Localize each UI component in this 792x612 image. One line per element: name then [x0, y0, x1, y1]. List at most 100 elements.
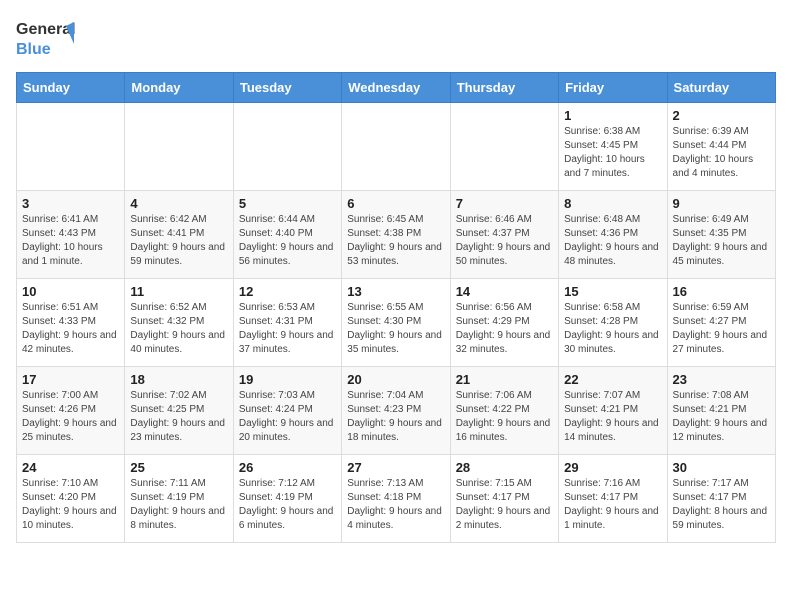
- day-number: 17: [22, 372, 119, 387]
- day-cell: 21Sunrise: 7:06 AM Sunset: 4:22 PM Dayli…: [450, 367, 558, 455]
- day-number: 26: [239, 460, 336, 475]
- day-info: Sunrise: 6:58 AM Sunset: 4:28 PM Dayligh…: [564, 301, 661, 357]
- day-cell: 26Sunrise: 7:12 AM Sunset: 4:19 PM Dayli…: [233, 455, 341, 543]
- day-number: 22: [564, 372, 661, 387]
- day-info: Sunrise: 6:44 AM Sunset: 4:40 PM Dayligh…: [239, 213, 336, 269]
- day-number: 20: [347, 372, 444, 387]
- day-info: Sunrise: 7:03 AM Sunset: 4:24 PM Dayligh…: [239, 389, 336, 445]
- day-cell: 22 Sunrise: 7:07 AM Sunset: 4:21 PM Dayli…: [559, 367, 667, 455]
- header-cell-tuesday: Tuesday: [233, 73, 341, 103]
- day-cell: 12 Sunrise: 6:53 AM Sunset: 4:31 PM Dayli…: [233, 279, 341, 367]
- day-number: 18: [130, 372, 227, 387]
- day-info: Sunrise: 6:39 AM Sunset: 4:44 PM Dayligh…: [673, 125, 770, 181]
- day-number: 29: [564, 460, 661, 475]
- day-cell: 8 Sunrise: 6:48 AM Sunset: 4:36 PM Daylig…: [559, 191, 667, 279]
- day-number: 30: [673, 460, 770, 475]
- day-number: 27: [347, 460, 444, 475]
- day-cell: 11 Sunrise: 6:52 AM Sunset: 4:32 PM Dayli…: [125, 279, 233, 367]
- day-cell: [17, 103, 125, 191]
- day-info: Sunrise: 7:04 AM Sunset: 4:23 PM Dayligh…: [347, 389, 444, 445]
- week-row-5: 24 Sunrise: 7:10 AM Sunset: 4:20 PM Dayli…: [17, 455, 776, 543]
- day-number: 28: [456, 460, 553, 475]
- header-cell-thursday: Thursday: [450, 73, 558, 103]
- day-cell: 4 Sunrise: 6:42 AM Sunset: 4:41 PM Daylig…: [125, 191, 233, 279]
- day-cell: [450, 103, 558, 191]
- day-cell: 9 Sunrise: 6:49 AM Sunset: 4:35 PM Daylig…: [667, 191, 775, 279]
- svg-text:General: General: [16, 21, 76, 38]
- logo: General Blue: [16, 16, 76, 60]
- day-info: Sunrise: 7:13 AM Sunset: 4:18 PM Dayligh…: [347, 477, 444, 533]
- day-info: Sunrise: 6:53 AM Sunset: 4:31 PM Dayligh…: [239, 301, 336, 357]
- day-number: 11: [130, 284, 227, 299]
- day-cell: 15 Sunrise: 6:58 AM Sunset: 4:28 PM Dayli…: [559, 279, 667, 367]
- week-row-3: 10 Sunrise: 6:51 AM Sunset: 4:33 PM Dayli…: [17, 279, 776, 367]
- header-cell-sunday: Sunday: [17, 73, 125, 103]
- day-number: 2: [673, 108, 770, 123]
- day-cell: [233, 103, 341, 191]
- day-number: 5: [239, 196, 336, 211]
- day-info: Sunrise: 6:48 AM Sunset: 4:36 PM Dayligh…: [564, 213, 661, 269]
- day-cell: 25 Sunrise: 7:11 AM Sunset: 4:19 PM Dayli…: [125, 455, 233, 543]
- header-cell-monday: Monday: [125, 73, 233, 103]
- day-number: 10: [22, 284, 119, 299]
- day-info: Sunrise: 6:56 AM Sunset: 4:29 PM Dayligh…: [456, 301, 553, 357]
- logo-svg: General Blue: [16, 16, 76, 60]
- day-info: Sunrise: 6:52 AM Sunset: 4:32 PM Dayligh…: [130, 301, 227, 357]
- day-number: 15: [564, 284, 661, 299]
- day-cell: 14Sunrise: 6:56 AM Sunset: 4:29 PM Dayli…: [450, 279, 558, 367]
- day-cell: 5 Sunrise: 6:44 AM Sunset: 4:40 PM Daylig…: [233, 191, 341, 279]
- day-cell: [342, 103, 450, 191]
- day-cell: 13 Sunrise: 6:55 AM Sunset: 4:30 PM Dayli…: [342, 279, 450, 367]
- week-row-1: 1 Sunrise: 6:38 AM Sunset: 4:45 PM Daylig…: [17, 103, 776, 191]
- day-cell: 3Sunrise: 6:41 AM Sunset: 4:43 PM Daylig…: [17, 191, 125, 279]
- svg-text:Blue: Blue: [16, 41, 51, 58]
- day-cell: 28 Sunrise: 7:15 AM Sunset: 4:17 PM Dayli…: [450, 455, 558, 543]
- day-number: 13: [347, 284, 444, 299]
- day-cell: 29 Sunrise: 7:16 AM Sunset: 4:17 PM Dayli…: [559, 455, 667, 543]
- day-cell: 18 Sunrise: 7:02 AM Sunset: 4:25 PM Dayli…: [125, 367, 233, 455]
- day-info: Sunrise: 7:02 AM Sunset: 4:25 PM Dayligh…: [130, 389, 227, 445]
- calendar: SundayMondayTuesdayWednesdayThursdayFrid…: [16, 72, 776, 543]
- day-cell: 6Sunrise: 6:45 AM Sunset: 4:38 PM Daylig…: [342, 191, 450, 279]
- day-cell: 1 Sunrise: 6:38 AM Sunset: 4:45 PM Daylig…: [559, 103, 667, 191]
- week-row-2: 3Sunrise: 6:41 AM Sunset: 4:43 PM Daylig…: [17, 191, 776, 279]
- day-info: Sunrise: 6:49 AM Sunset: 4:35 PM Dayligh…: [673, 213, 770, 269]
- header: General Blue: [16, 16, 776, 60]
- day-cell: 27 Sunrise: 7:13 AM Sunset: 4:18 PM Dayli…: [342, 455, 450, 543]
- day-info: Sunrise: 6:59 AM Sunset: 4:27 PM Dayligh…: [673, 301, 770, 357]
- day-info: Sunrise: 7:00 AM Sunset: 4:26 PM Dayligh…: [22, 389, 119, 445]
- day-info: Sunrise: 7:06 AM Sunset: 4:22 PM Dayligh…: [456, 389, 553, 445]
- day-number: 25: [130, 460, 227, 475]
- week-row-4: 17 Sunrise: 7:00 AM Sunset: 4:26 PM Dayli…: [17, 367, 776, 455]
- day-number: 3: [22, 196, 119, 211]
- header-cell-friday: Friday: [559, 73, 667, 103]
- day-cell: [125, 103, 233, 191]
- day-number: 6: [347, 196, 444, 211]
- day-info: Sunrise: 7:17 AM Sunset: 4:17 PM Dayligh…: [673, 477, 770, 533]
- day-info: Sunrise: 6:51 AM Sunset: 4:33 PM Dayligh…: [22, 301, 119, 357]
- day-cell: 19 Sunrise: 7:03 AM Sunset: 4:24 PM Dayli…: [233, 367, 341, 455]
- day-info: Sunrise: 7:15 AM Sunset: 4:17 PM Dayligh…: [456, 477, 553, 533]
- day-cell: 10 Sunrise: 6:51 AM Sunset: 4:33 PM Dayli…: [17, 279, 125, 367]
- day-cell: 16Sunrise: 6:59 AM Sunset: 4:27 PM Dayli…: [667, 279, 775, 367]
- day-info: Sunrise: 7:07 AM Sunset: 4:21 PM Dayligh…: [564, 389, 661, 445]
- day-info: Sunrise: 6:38 AM Sunset: 4:45 PM Dayligh…: [564, 125, 661, 181]
- day-info: Sunrise: 6:55 AM Sunset: 4:30 PM Dayligh…: [347, 301, 444, 357]
- day-info: Sunrise: 6:42 AM Sunset: 4:41 PM Dayligh…: [130, 213, 227, 269]
- day-number: 24: [22, 460, 119, 475]
- day-number: 12: [239, 284, 336, 299]
- day-number: 4: [130, 196, 227, 211]
- day-number: 1: [564, 108, 661, 123]
- day-info: Sunrise: 7:10 AM Sunset: 4:20 PM Dayligh…: [22, 477, 119, 533]
- day-number: 8: [564, 196, 661, 211]
- header-row: SundayMondayTuesdayWednesdayThursdayFrid…: [17, 73, 776, 103]
- day-info: Sunrise: 6:46 AM Sunset: 4:37 PM Dayligh…: [456, 213, 553, 269]
- day-cell: 20 Sunrise: 7:04 AM Sunset: 4:23 PM Dayli…: [342, 367, 450, 455]
- day-info: Sunrise: 7:08 AM Sunset: 4:21 PM Dayligh…: [673, 389, 770, 445]
- day-info: Sunrise: 7:11 AM Sunset: 4:19 PM Dayligh…: [130, 477, 227, 533]
- day-info: Sunrise: 7:16 AM Sunset: 4:17 PM Dayligh…: [564, 477, 661, 533]
- day-cell: 23Sunrise: 7:08 AM Sunset: 4:21 PM Dayli…: [667, 367, 775, 455]
- day-number: 7: [456, 196, 553, 211]
- day-number: 19: [239, 372, 336, 387]
- day-number: 9: [673, 196, 770, 211]
